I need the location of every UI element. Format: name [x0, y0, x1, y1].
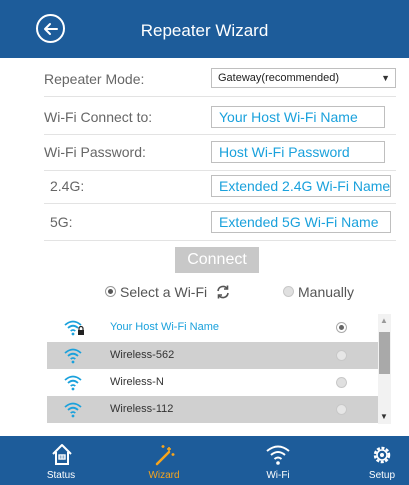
wifi-password-field[interactable]: Host Wi-Fi Password [211, 141, 385, 163]
scroll-thumb[interactable] [379, 332, 390, 374]
network-name: Wireless-562 [110, 349, 175, 361]
select-wifi-radio[interactable] [105, 286, 116, 297]
manually-option[interactable]: Manually [283, 283, 373, 303]
tab-setup[interactable]: Setup [352, 436, 409, 485]
header-bar: Repeater Wizard [0, 0, 409, 58]
select-wifi-option[interactable]: Select a Wi-Fi [105, 283, 235, 303]
wifi-password-label: Wi-Fi Password: [44, 144, 146, 160]
wifi-icon [64, 402, 82, 418]
repeater-mode-value: Gateway(recommended) [218, 72, 340, 84]
list-scrollbar[interactable]: ▲ ▼ [378, 314, 391, 424]
network-list[interactable]: Your Host Wi-Fi Name Wireless-562 Wirele… [47, 314, 391, 424]
divider [44, 134, 396, 135]
repeater-mode-select[interactable]: Gateway(recommended) ▼ [211, 68, 396, 88]
tab-setup-label: Setup [368, 470, 396, 481]
magic-wand-icon [155, 445, 175, 466]
wifi-icon [64, 375, 82, 391]
select-wifi-label: Select a Wi-Fi [120, 284, 208, 300]
network-name: Wireless-N [110, 376, 164, 388]
g24-row: 2.4G: Extended 2.4G Wi-Fi Name [0, 171, 409, 201]
network-radio[interactable] [336, 350, 347, 361]
list-item[interactable]: Wireless-112 [47, 396, 378, 423]
connect-button[interactable]: Connect [175, 247, 259, 273]
wifi-connect-row: Wi-Fi Connect to: Your Host Wi-Fi Name [0, 102, 409, 132]
scroll-down-icon[interactable]: ▼ [380, 412, 388, 421]
dropdown-arrow-icon: ▼ [381, 73, 390, 83]
tab-status-label: Status [46, 470, 76, 481]
network-radio[interactable] [336, 322, 347, 333]
repeater-mode-label: Repeater Mode: [44, 71, 145, 87]
manually-label: Manually [298, 284, 355, 300]
divider [44, 96, 396, 97]
g24-name-field[interactable]: Extended 2.4G Wi-Fi Name [211, 175, 391, 197]
gear-icon [373, 446, 391, 464]
divider [44, 240, 396, 241]
page-title: Repeater Wizard [140, 21, 269, 40]
network-name: Your Host Wi-Fi Name [110, 321, 220, 333]
tab-wizard-label: Wizard [148, 470, 180, 481]
home-icon [52, 444, 72, 465]
g5-label: 5G: [50, 214, 73, 230]
g5-name-field[interactable]: Extended 5G Wi-Fi Name [211, 211, 391, 233]
network-radio[interactable] [336, 377, 347, 388]
wifi-connect-field[interactable]: Your Host Wi-Fi Name [211, 106, 385, 128]
network-name: Wireless-112 [110, 403, 174, 415]
bottom-nav: Status Wizard Wi-Fi Setup [0, 436, 409, 485]
g5-row: 5G: Extended 5G Wi-Fi Name [0, 207, 409, 237]
wifi-locked-icon [64, 320, 84, 336]
g24-label: 2.4G: [50, 178, 85, 194]
list-item[interactable]: Wireless-N [47, 369, 378, 396]
scroll-up-icon[interactable]: ▲ [380, 316, 388, 325]
list-item[interactable]: Wireless-562 [47, 342, 378, 369]
tab-wifi-label: Wi-Fi [266, 470, 290, 481]
wifi-password-row: Wi-Fi Password: Host Wi-Fi Password [0, 137, 409, 167]
wifi-connect-label: Wi-Fi Connect to: [44, 109, 153, 125]
list-item[interactable]: Your Host Wi-Fi Name [47, 314, 378, 341]
refresh-icon[interactable] [215, 284, 231, 300]
wifi-icon [266, 445, 290, 465]
manually-radio[interactable] [283, 286, 294, 297]
tab-wifi[interactable]: Wi-Fi [248, 436, 308, 485]
wifi-icon [64, 348, 82, 364]
repeater-mode-row: Repeater Mode: Gateway(recommended) ▼ [0, 64, 409, 94]
tab-status[interactable]: Status [31, 436, 91, 485]
tab-wizard[interactable]: Wizard [134, 436, 194, 485]
divider [44, 203, 396, 204]
network-radio[interactable] [336, 404, 347, 415]
